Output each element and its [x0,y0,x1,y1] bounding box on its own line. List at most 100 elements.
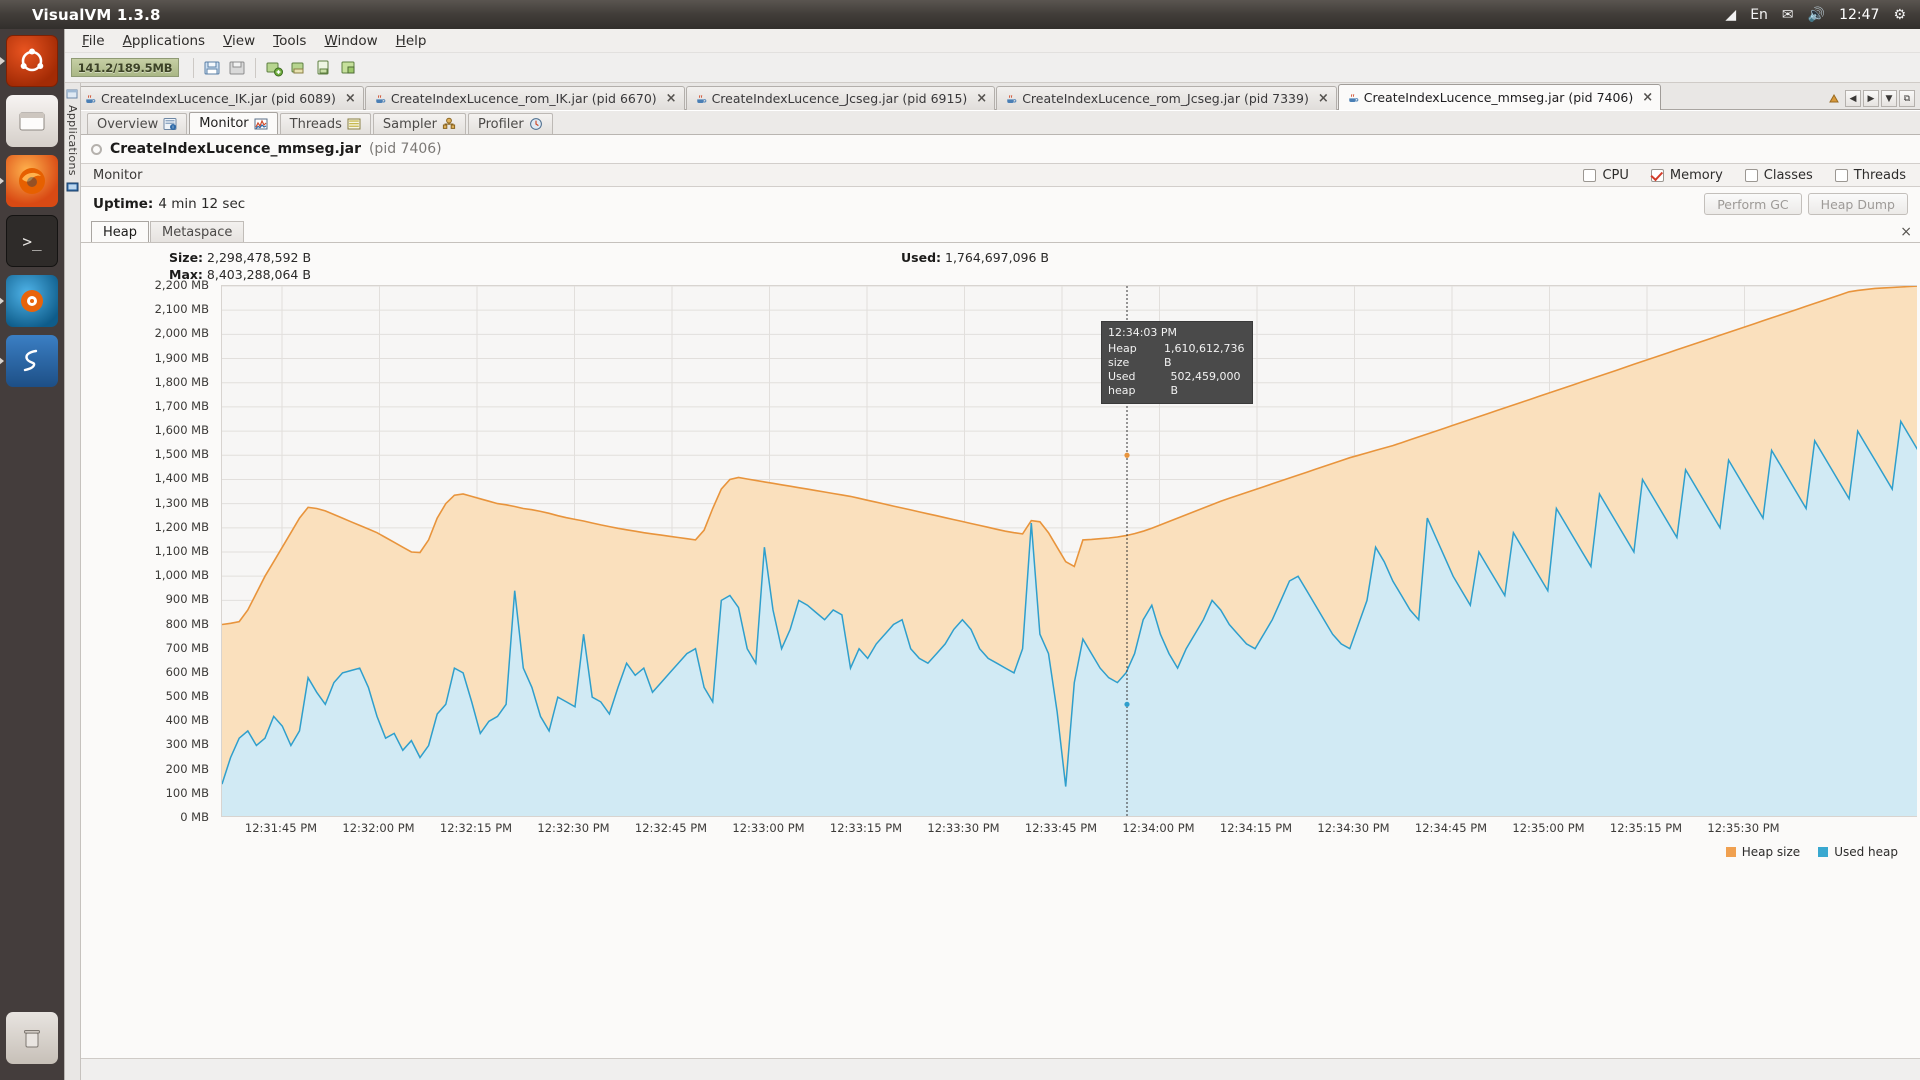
checkbox-cpu[interactable]: CPU [1583,168,1629,183]
app-tab-3[interactable]: CreateIndexLucence_rom_Jcseg.jar (pid 73… [996,86,1337,110]
launcher-visualvm-icon[interactable] [6,335,58,387]
clock[interactable]: 12:47 [1839,7,1879,23]
launcher-firefox-icon[interactable] [6,155,58,207]
overview-icon: i [163,118,177,131]
heap-usage-meter[interactable]: 141.2/189.5MB [71,58,179,77]
app-tab-1-close-icon[interactable]: × [662,91,677,106]
heap-chart[interactable]: 0 MB 100 MB 200 MB 300 MB 400 MB 500 MB 600 MB… [81,278,1917,1058]
monitor-metric-checkboxes: CPU Memory Classes Threads [1583,168,1906,183]
menu-bar: File Applications View Tools Window Help [65,29,1920,53]
legend-label-used-heap: Used heap [1834,845,1898,859]
tab-metaspace[interactable]: Metaspace [150,221,245,242]
checkbox-classes[interactable]: Classes [1744,167,1813,183]
monitor-section-title: Monitor [93,167,143,183]
checkbox-classes-box[interactable] [1744,168,1758,182]
launcher-amarok-icon[interactable] [6,275,58,327]
checkbox-memory[interactable]: Memory [1650,168,1723,183]
y-axis-tick: 800 MB [165,616,209,631]
session-menu-icon[interactable]: ⚙ [1893,8,1906,22]
menu-item-view[interactable]: View [214,30,264,52]
y-axis-tick: 1,800 MB [154,374,209,389]
tooltip-heap-size-label: Heap size [1108,342,1137,369]
keyboard-layout-indicator[interactable]: En [1750,8,1768,22]
tab-heap[interactable]: Heap [91,221,149,242]
y-axis-tick: 2,000 MB [154,326,209,341]
tab-threads[interactable]: Threads [279,113,371,134]
size-label: Size: [169,250,204,265]
monitor-icon[interactable] [66,179,80,193]
wifi-icon[interactable]: ◢ [1725,8,1736,22]
unity-top-panel: VisualVM 1.3.8 ◢ En ✉ 🔊 12:47 ⚙ [0,0,1920,29]
save-button[interactable] [226,57,248,79]
app-tab-0-close-icon[interactable]: × [341,91,356,106]
x-axis-tick: 12:35:00 PM [1512,821,1585,835]
launcher-terminal-icon[interactable]: >_ [6,215,58,267]
add-snapshot-button[interactable] [313,57,335,79]
volume-icon[interactable]: 🔊 [1808,8,1825,22]
open-file-button[interactable] [201,57,223,79]
chart-tooltip: 12:34:03 PM Heap size 1,610,612,736 B Us… [1101,321,1253,404]
app-tab-0[interactable]: CreateIndexLucence_IK.jar (pid 6089) × [75,86,364,110]
chart-plot-area[interactable] [221,285,1917,817]
main-toolbar: 141.2/189.5MB [65,53,1920,83]
tab-maximize-button[interactable]: ⧉ [1899,90,1915,107]
menu-item-help[interactable]: Help [387,30,436,52]
tab-sampler[interactable]: Sampler [372,113,466,134]
add-application-button[interactable] [338,57,360,79]
checkbox-memory-box[interactable] [1650,168,1664,182]
tab-profiler[interactable]: Profiler [467,113,553,134]
tab-list-dropdown-button[interactable]: ▼ [1881,90,1897,107]
app-tab-3-close-icon[interactable]: × [1314,91,1329,106]
app-tab-1[interactable]: CreateIndexLucence_rom_IK.jar (pid 6670)… [364,86,685,110]
close-icon[interactable]: × [1900,224,1912,240]
checkbox-cpu-box[interactable] [1583,168,1597,182]
view-sub-tabs: Overview i Monitor Threads Sampler Profi… [81,111,1920,135]
tab-monitor[interactable]: Monitor [189,112,278,134]
checkbox-threads-box[interactable] [1834,168,1848,182]
x-axis-tick: 12:34:30 PM [1317,821,1390,835]
app-tab-2[interactable]: CreateIndexLucence_Jcseg.jar (pid 6915) … [685,86,996,110]
y-axis-tick: 1,700 MB [154,398,209,413]
applications-window-icon[interactable] [66,86,80,100]
tooltip-used-heap-label: Used heap [1108,370,1136,397]
app-tab-0-label: CreateIndexLucence_IK.jar (pid 6089) [101,91,336,106]
perform-gc-button[interactable]: Perform GC [1704,193,1802,215]
app-tab-4-label: CreateIndexLucence_mmseg.jar (pid 7406) [1363,90,1634,105]
monitor-chart-icon [254,118,268,129]
app-tab-4-close-icon[interactable]: × [1638,90,1653,105]
heap-dump-button[interactable]: Heap Dump [1807,193,1908,215]
visualvm-window: File Applications View Tools Window Help… [64,29,1920,1080]
y-axis-tick: 1,300 MB [154,495,209,510]
applications-dock[interactable]: Applications [65,83,81,1080]
add-connection-button[interactable] [263,57,285,79]
launcher-ubuntu-dash-icon[interactable] [6,35,58,87]
x-axis-tick: 12:32:15 PM [439,821,513,835]
app-tab-4[interactable]: CreateIndexLucence_mmseg.jar (pid 7406) … [1337,84,1662,110]
checkbox-classes-label: Classes [1763,167,1813,183]
menu-item-applications[interactable]: Applications [114,30,214,52]
java-cup-icon [86,95,96,103]
app-tab-2-close-icon[interactable]: × [972,91,987,106]
launcher-files-icon[interactable] [6,95,58,147]
menu-item-tools[interactable]: Tools [264,30,315,52]
chart-svg [222,286,1917,816]
uptime-row: Uptime: 4 min 12 sec Perform GC Heap Dum… [81,187,1920,221]
launcher-trash-icon[interactable] [6,1012,58,1064]
y-axis-labels: 0 MB 100 MB 200 MB 300 MB 400 MB 500 MB 600 MB… [81,278,215,824]
x-axis-tick: 12:34:45 PM [1414,821,1488,835]
add-jmx-connection-button[interactable] [288,57,310,79]
tab-overview[interactable]: Overview i [87,113,188,134]
x-axis-tick: 12:34:15 PM [1219,821,1293,835]
checkbox-threads[interactable]: Threads [1834,168,1906,183]
menu-item-file[interactable]: File [73,30,114,52]
tab-overflow-indicator-icon[interactable] [1825,90,1843,107]
legend-label-heap-size: Heap size [1741,845,1801,859]
menu-item-window[interactable]: Window [315,30,386,52]
app-tab-3-label: CreateIndexLucence_rom_Jcseg.jar (pid 73… [1022,91,1309,106]
tab-scroll-right-button[interactable]: ▶ [1863,90,1879,107]
tab-scroll-left-button[interactable]: ◀ [1845,90,1861,107]
app-status-ring-icon [91,143,102,155]
page-title: CreateIndexLucence_mmseg.jar [110,141,361,157]
java-cup-icon [696,95,706,103]
mail-icon[interactable]: ✉ [1782,8,1794,22]
